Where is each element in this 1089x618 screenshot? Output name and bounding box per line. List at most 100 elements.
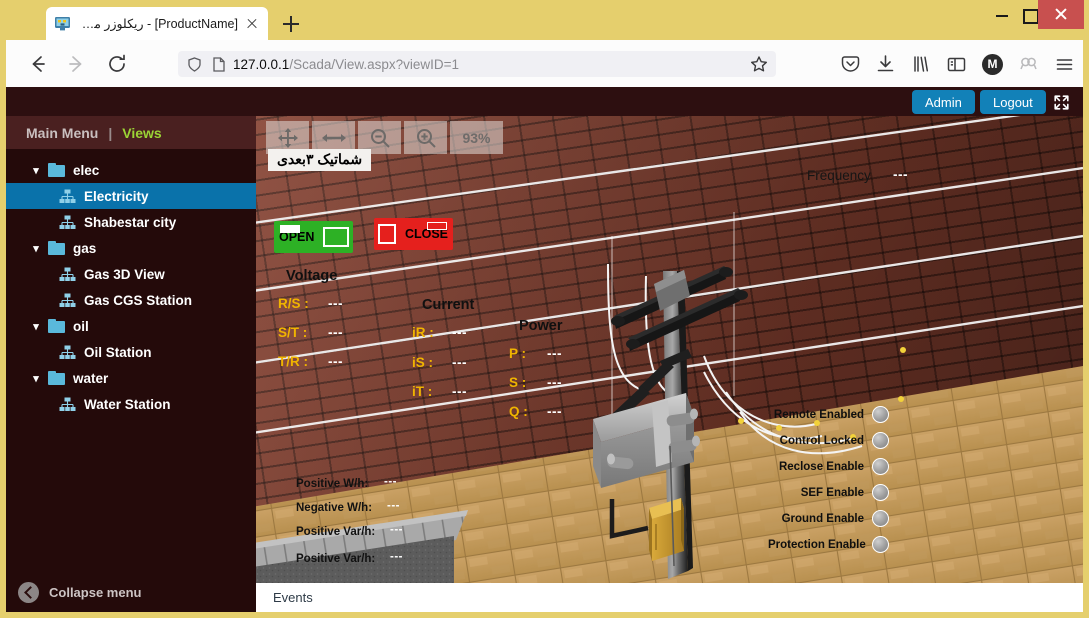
tree-folder-elec[interactable]: ▾ elec	[6, 157, 256, 183]
status-label: SEF Enable	[768, 487, 864, 499]
status-label: Ground Enable	[768, 513, 864, 525]
events-bar[interactable]: Events	[256, 583, 1083, 612]
status-protection-enable: Protection Enable	[768, 536, 889, 553]
app-menu-icon[interactable]	[1051, 51, 1078, 78]
status-led-icon	[872, 458, 889, 475]
page-icon	[211, 56, 227, 73]
tree-folder-oil[interactable]: ▾ oil	[6, 313, 256, 339]
events-label: Events	[273, 590, 313, 605]
downloads-icon[interactable]	[872, 51, 899, 78]
reload-icon[interactable]	[103, 50, 131, 78]
sidebar-item-water-station[interactable]: Water Station	[6, 391, 256, 417]
network-node-icon	[59, 293, 76, 308]
voltage-row-key: S/T :	[278, 325, 307, 340]
power-row-key: P :	[509, 346, 526, 361]
energy-value: ---	[387, 500, 400, 512]
collapse-menu-button[interactable]: Collapse menu	[6, 572, 256, 612]
chevron-left-icon	[18, 582, 39, 603]
sidebar: Main Menu | Views ▾ elec	[6, 116, 256, 612]
browser-window: [ProductName] - ریکلوزر ملاثانی	[0, 0, 1089, 618]
energy-label: Negative W/h:	[296, 502, 372, 514]
network-node-icon	[59, 397, 76, 412]
tab-title: [ProductName] - ریکلوزر ملاثانی	[78, 16, 240, 31]
fullscreen-icon[interactable]	[1052, 93, 1071, 112]
status-label: Reclose Enable	[768, 461, 864, 473]
switch-open-button[interactable]: OPEN	[274, 221, 353, 253]
pocket-icon[interactable]	[837, 51, 864, 78]
zoom-in-icon[interactable]	[404, 121, 447, 154]
main-menu-label[interactable]: Main Menu	[26, 125, 98, 141]
logout-button[interactable]: Logout	[980, 90, 1046, 114]
url-bar[interactable]: 127.0.0.1/Scada/View.aspx?viewID=1	[178, 51, 776, 77]
chevron-down-icon[interactable]: ▾	[28, 320, 44, 333]
voltage-row-value: ---	[328, 325, 343, 340]
sidebar-item-label: Electricity	[84, 189, 149, 204]
status-remote-enabled: Remote Enabled	[768, 406, 889, 423]
tab-close-icon[interactable]	[244, 16, 260, 32]
frequency-value: ---	[893, 167, 908, 182]
switch-close-button[interactable]: CLOSE	[374, 218, 453, 250]
sidebar-item-label: Gas CGS Station	[84, 293, 192, 308]
sidebar-item-gas-3d-view[interactable]: Gas 3D View	[6, 261, 256, 287]
admin-button[interactable]: Admin	[912, 90, 975, 114]
url-text: 127.0.0.1/Scada/View.aspx?viewID=1	[233, 57, 459, 72]
account-avatar-icon[interactable]: M	[979, 51, 1006, 78]
view-title-label: شماتیک ۳بعدی	[268, 149, 371, 171]
browser-tab[interactable]: [ProductName] - ریکلوزر ملاثانی	[46, 7, 268, 40]
scada-3d-view[interactable]: 93% شماتیک ۳بعدی OPEN CLOSE Frequency --…	[256, 116, 1083, 583]
view-tree: ▾ elec Electricity	[6, 149, 256, 417]
sidebar-item-shabestar-city[interactable]: Shabestar city	[6, 209, 256, 235]
tree-folder-label: gas	[73, 241, 96, 256]
energy-label: Positive Var/h:	[296, 553, 375, 565]
network-node-icon	[59, 189, 76, 204]
menubar-separator: |	[108, 125, 112, 141]
energy-label: Positive W/h:	[296, 478, 368, 490]
folder-icon	[48, 371, 65, 385]
current-title: Current	[422, 297, 474, 313]
switch-open-indicator	[323, 227, 349, 247]
voltage-row-value: ---	[328, 296, 343, 311]
window-frame-right	[1083, 40, 1089, 618]
new-tab-button[interactable]	[278, 11, 304, 37]
switch-open-chip	[280, 225, 300, 233]
tree-folder-water[interactable]: ▾ water	[6, 365, 256, 391]
voltage-row-value: ---	[328, 354, 343, 369]
frequency-label: Frequency	[807, 168, 871, 183]
sidebar-item-gas-cgs-station[interactable]: Gas CGS Station	[6, 287, 256, 313]
chevron-down-icon[interactable]: ▾	[28, 164, 44, 177]
status-led-icon	[872, 406, 889, 423]
library-icon[interactable]	[907, 51, 934, 78]
status-ground-enable: Ground Enable	[768, 510, 889, 527]
account-initial: M	[982, 54, 1003, 75]
tree-folder-gas[interactable]: ▾ gas	[6, 235, 256, 261]
switch-close-chip	[427, 222, 447, 230]
chevron-down-icon[interactable]: ▾	[28, 242, 44, 255]
status-reclose-enable: Reclose Enable	[768, 458, 889, 475]
back-icon[interactable]	[23, 50, 51, 78]
status-control-locked: Control Locked	[768, 432, 889, 449]
folder-icon	[48, 163, 65, 177]
sidebar-item-label: Shabestar city	[84, 215, 176, 230]
status-led-icon	[872, 510, 889, 527]
forward-icon[interactable]	[63, 50, 91, 78]
status-sef-enable: SEF Enable	[768, 484, 889, 501]
voltage-row-key: T/R :	[278, 354, 308, 369]
tree-folder-label: elec	[73, 163, 99, 178]
current-row-key: iR :	[412, 325, 434, 340]
network-node-icon	[59, 267, 76, 282]
sidebar-icon[interactable]	[943, 51, 970, 78]
sidebar-item-electricity[interactable]: Electricity	[6, 183, 256, 209]
status-label: Remote Enabled	[768, 409, 864, 421]
window-close-button[interactable]	[1038, 0, 1084, 29]
voltage-title: Voltage	[286, 268, 337, 284]
window-frame-left	[0, 40, 6, 618]
power-row-key: Q :	[509, 404, 528, 419]
status-led-icon	[872, 536, 889, 553]
sidebar-item-oil-station[interactable]: Oil Station	[6, 339, 256, 365]
switch-close-indicator	[378, 224, 396, 244]
chevron-down-icon[interactable]: ▾	[28, 372, 44, 385]
bookmark-star-icon[interactable]	[750, 55, 768, 73]
power-row-value: ---	[547, 404, 562, 419]
containers-icon[interactable]	[1015, 51, 1042, 78]
views-label[interactable]: Views	[122, 125, 161, 141]
